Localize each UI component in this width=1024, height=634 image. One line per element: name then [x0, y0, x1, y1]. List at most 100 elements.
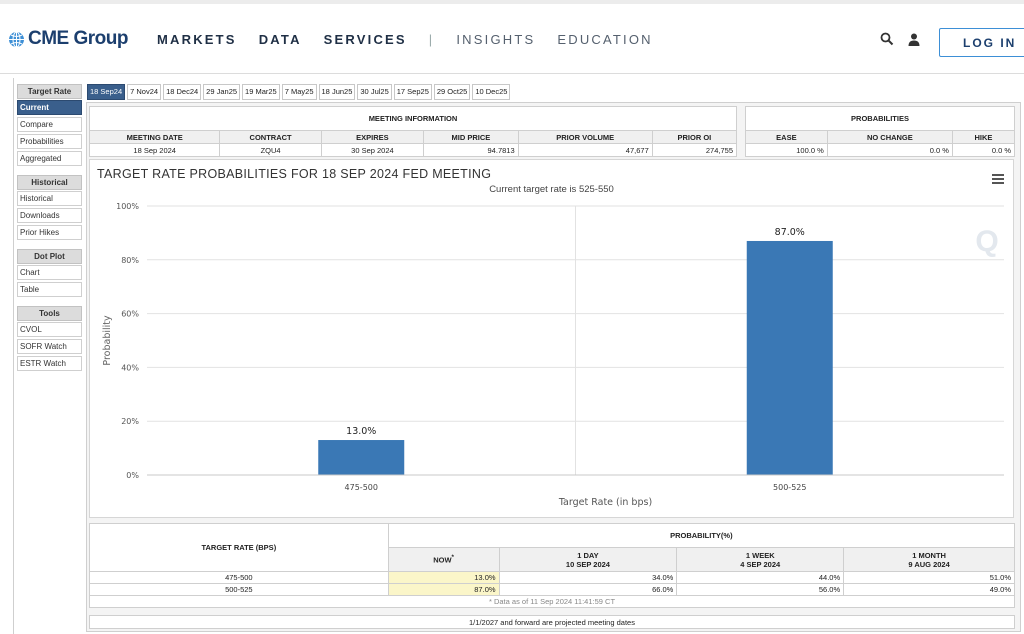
col-contract: CONTRACT [219, 130, 322, 144]
main-nav: MARKETS DATA SERVICES | INSIGHTS EDUCATI… [157, 32, 675, 47]
x-tick-label: 475-500 [345, 483, 378, 492]
probability-history-table: TARGET RATE (BPS) PROBABILITY(%) NOW* 1 … [89, 523, 1016, 608]
rate-cell: 500-525 [89, 583, 389, 596]
col-1-week: 1 WEEK 4 SEP 2024 [676, 547, 845, 572]
prior-volume-value: 47,677 [517, 143, 653, 157]
y-tick-label: 40% [121, 363, 139, 372]
tab-7-may25[interactable]: 7 May25 [281, 84, 317, 100]
x-axis-label: Target Rate (in bps) [558, 497, 652, 508]
data-timestamp-note: * Data as of 11 Sep 2024 11:41:59 CT [89, 595, 1015, 608]
col-expires: EXPIRES [320, 130, 425, 144]
login-button[interactable]: LOG IN [939, 28, 1024, 57]
x-tick-label: 500-525 [773, 483, 806, 492]
now-asterisk: * [451, 554, 454, 562]
now-value: 13.0% [387, 571, 500, 584]
y-tick-label: 60% [121, 310, 139, 319]
tab-18-dec24[interactable]: 18 Dec24 [163, 84, 202, 100]
one-month-value: 49.0% [843, 583, 1015, 596]
tab-17-sep25[interactable]: 17 Sep25 [393, 84, 432, 100]
mid-price-value: 94.7813 [423, 143, 519, 157]
table-row: 500-525 87.0% 66.0% 56.0% 49.0% [89, 583, 1015, 596]
sidebar-item-prior-hikes[interactable]: Prior Hikes [17, 225, 82, 240]
globe-icon [9, 31, 24, 47]
sidebar-item-aggregated[interactable]: Aggregated [17, 151, 82, 166]
one-day-value: 66.0% [498, 583, 678, 596]
target-rate-header: TARGET RATE (BPS) [89, 523, 389, 572]
nav-data[interactable]: DATA [259, 32, 302, 47]
nav-education[interactable]: EDUCATION [557, 32, 652, 47]
meeting-date-value: 18 Sep 2024 [88, 143, 221, 157]
site-header: CME Group MARKETS DATA SERVICES | INSIGH… [0, 4, 1024, 74]
hike-value: 0.0 % [951, 143, 1016, 157]
cme-logo[interactable]: CME Group [8, 28, 129, 50]
data-label: 87.0% [775, 227, 805, 238]
tab-18-sep24[interactable]: 18 Sep24 [87, 84, 126, 100]
sidebar-item-compare[interactable]: Compare [17, 117, 82, 132]
sidebar-item-cvol[interactable]: CVOL [17, 322, 82, 337]
sidebar-item-current[interactable]: Current [17, 100, 82, 115]
sidebar-item-downloads[interactable]: Downloads [17, 208, 82, 223]
user-icon[interactable] [908, 33, 920, 46]
meeting-info-table: MEETING INFORMATION MEETING DATE CONTRAC… [88, 106, 738, 157]
y-tick-label: 100% [116, 202, 139, 211]
tab-18-jun25[interactable]: 18 Jun25 [318, 84, 356, 100]
probabilities-title: PROBABILITIES [745, 106, 1015, 131]
probability-bar-chart: Q 0% 20% 40% 60% 80% 100% Probability 13.0% 475-5… [102, 202, 1004, 508]
sidebar-item-sofr-watch[interactable]: SOFR Watch [17, 339, 82, 354]
data-label: 13.0% [346, 426, 376, 437]
one-week-value: 56.0% [676, 583, 845, 596]
meeting-tabs: 18 Sep24 7 Nov24 18 Dec24 29 Jan25 19 Ma… [87, 84, 512, 100]
col-mid-price: MID PRICE [423, 130, 519, 144]
tab-10-dec25[interactable]: 10 Dec25 [472, 84, 511, 100]
sidebar-item-probabilities[interactable]: Probabilities [17, 134, 82, 149]
col-ease: EASE [745, 130, 828, 144]
sidebar-heading-tools: Tools [17, 306, 82, 321]
col-1-day: 1 DAY 10 SEP 2024 [498, 547, 678, 572]
now-value: 87.0% [387, 583, 500, 596]
search-icon[interactable] [880, 32, 894, 46]
sidebar-heading-dot-plot: Dot Plot [17, 249, 82, 264]
y-tick-label: 80% [121, 256, 139, 265]
tab-29-jan25[interactable]: 29 Jan25 [203, 84, 241, 100]
sidebar-item-table[interactable]: Table [17, 282, 82, 297]
sidebar-item-historical[interactable]: Historical [17, 191, 82, 206]
y-tick-label: 0% [126, 471, 139, 480]
sidebar-item-estr-watch[interactable]: ESTR Watch [17, 356, 82, 371]
bar [318, 440, 405, 475]
y-axis-label: Probability [102, 315, 113, 366]
rate-cell: 475-500 [89, 571, 389, 584]
no-change-value: 0.0 % [826, 143, 953, 157]
logo-text: CME Group [28, 28, 129, 49]
nav-services[interactable]: SERVICES [324, 32, 407, 47]
expires-value: 30 Sep 2024 [320, 143, 425, 157]
ease-value: 100.0 % [745, 143, 828, 157]
col-meeting-date: MEETING DATE [88, 130, 221, 144]
watermark-logo: Q [975, 225, 998, 258]
sidebar: Target Rate Current Compare Probabilitie… [17, 84, 82, 373]
nav-insights[interactable]: INSIGHTS [456, 32, 535, 47]
y-tick-label: 20% [121, 417, 139, 426]
sidebar-heading-target-rate: Target Rate [17, 84, 82, 99]
tab-19-mar25[interactable]: 19 Mar25 [242, 84, 280, 100]
one-day-value: 34.0% [498, 571, 678, 584]
meeting-info-title: MEETING INFORMATION [89, 106, 737, 131]
table-row: 475-500 13.0% 34.0% 44.0% 51.0% [89, 571, 1015, 584]
bar [746, 240, 833, 475]
one-week-value: 44.0% [676, 571, 845, 584]
tab-30-jul25[interactable]: 30 Jul25 [357, 84, 392, 100]
col-no-change: NO CHANGE [826, 130, 953, 144]
probability-header: PROBABILITY(%) [387, 523, 1016, 548]
col-hike: HIKE [951, 130, 1016, 144]
tab-29-oct25[interactable]: 29 Oct25 [433, 84, 471, 100]
projected-dates-note: 1/1/2027 and forward are projected meeti… [89, 615, 1015, 629]
col-prior-oi: PRIOR OI [651, 130, 738, 144]
nav-markets[interactable]: MARKETS [157, 32, 237, 47]
one-month-value: 51.0% [843, 571, 1015, 584]
sidebar-item-chart[interactable]: Chart [17, 265, 82, 280]
col-prior-volume: PRIOR VOLUME [517, 130, 653, 144]
nav-separator: | [428, 32, 435, 47]
col-1-month: 1 MONTH 9 AUG 2024 [843, 547, 1015, 572]
tab-7-nov24[interactable]: 7 Nov24 [127, 84, 162, 100]
prior-oi-value: 274,755 [651, 143, 738, 157]
sidebar-heading-historical: Historical [17, 175, 82, 190]
